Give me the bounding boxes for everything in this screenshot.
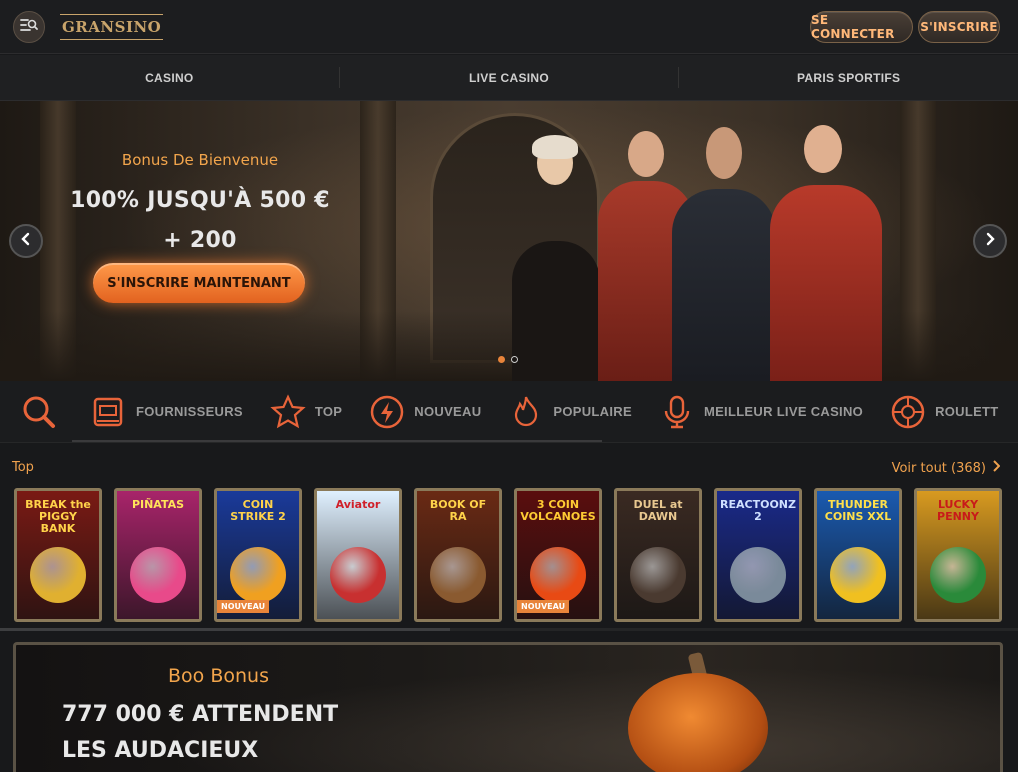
character-leather-jacket-head [804,125,842,173]
login-button[interactable]: SE CONNECTER [810,11,913,43]
games-scrollbar-thumb[interactable] [0,628,450,631]
view-all-link[interactable]: Voir tout (368) [891,460,1001,476]
game-tile[interactable]: LUCKY PENNY [914,488,1002,622]
signup-now-button[interactable]: S'INSCRIRE MAINTENANT [93,263,305,303]
game-artwork [630,547,686,603]
category-label-fournisseurs: FOURNISSEURS [136,404,243,419]
game-title: THUNDER COINS XXL [824,498,892,523]
category-label-nouveau: NOUVEAU [414,404,482,419]
category-search[interactable] [20,393,58,431]
category-label-top: TOP [314,404,343,419]
game-artwork [130,547,186,603]
category-populaire[interactable]: POPULAIRE [507,393,632,431]
nav-casino[interactable]: CASINO [0,67,340,88]
signup-button[interactable]: S'INSCRIRE [918,11,1000,43]
promo-banner[interactable]: Boo Bonus 777 000 € ATTENDENT LES AUDACI… [13,642,1003,772]
game-tile[interactable]: DUEL at DAWN [614,488,702,622]
game-tile[interactable]: Aviator [314,488,402,622]
promo-title: 777 000 € ATTENDENT LES AUDACIEUX [62,702,339,763]
prev-slide-button[interactable] [9,224,43,258]
category-meilleur-live-casino[interactable]: MEILLEUR LIVE CASINO [658,393,863,431]
nav-paris-sportifs[interactable]: PARIS SPORTIFS [679,67,1018,88]
slide-dot[interactable] [511,356,518,363]
star-icon [269,393,307,431]
view-all-label: Voir tout (368) [891,460,986,476]
game-artwork [830,547,886,603]
character-suit-head [706,127,742,179]
game-tile[interactable]: COIN STRIKE 2 NOUVEAU [214,488,302,622]
section-title-top: Top [12,460,34,475]
game-title: DUEL at DAWN [633,498,683,523]
slot-machine-icon [90,393,128,431]
game-title: Aviator [335,498,381,511]
hero-title-line1: 100% JUSQU'À 500 € + 200 [70,188,330,253]
category-roulette[interactable]: ROULETT [889,393,998,431]
category-label-populaire: POPULAIRE [553,404,632,419]
game-title: BREAK the PIGGY BANK [25,498,91,535]
game-artwork [930,547,986,603]
game-tile[interactable]: REACTOONZ 2 [714,488,802,622]
game-title: LUCKY PENNY [937,498,979,523]
top-bar: GRANSINO SE CONNECTER S'INSCRIRE [0,0,1018,54]
menu-search-icon [20,18,38,37]
game-tile[interactable]: PIÑATAS [114,488,202,622]
flame-icon [507,393,545,431]
game-tile[interactable]: THUNDER COINS XXL [814,488,902,622]
game-artwork [330,547,386,603]
category-nouveau[interactable]: NOUVEAU [368,393,481,431]
hero-subtitle: Bonus De Bienvenue [121,151,279,169]
menu-search-button[interactable] [13,11,45,43]
slide-indicator [498,356,518,363]
hero-banner: Bonus De Bienvenue 100% JUSQU'À 500 € + … [0,101,1018,381]
game-tile[interactable]: BOOK OF RA [414,488,502,622]
game-title: COIN STRIKE 2 [230,498,286,523]
chevron-right-icon [992,460,1001,476]
roulette-icon [889,393,927,431]
pumpkin-image [628,673,768,772]
logo-text: GRANSINO [60,14,164,40]
logo[interactable]: GRANSINO [60,12,164,42]
main-nav: CASINO LIVE CASINO PARIS SPORTIFS [0,55,1018,101]
lightning-icon [368,393,406,431]
character-suit [672,189,776,381]
new-badge: NOUVEAU [517,600,570,613]
category-bar: FOURNISSEURS TOP NOUVEAU POPULAIRE MEILL… [0,381,1018,443]
promo-subtitle: Boo Bonus [168,665,269,687]
game-title: REACTOONZ 2 [720,498,796,523]
nav-live-casino[interactable]: LIVE CASINO [340,67,680,88]
microphone-icon [658,393,696,431]
game-artwork [430,547,486,603]
category-top[interactable]: TOP [269,393,342,431]
games-row: BREAK the PIGGY BANK PIÑATAS COIN STRIKE 2… [14,488,1002,622]
chevron-right-icon [984,232,996,251]
game-title: 3 COIN VOLCANOES [520,498,596,523]
game-title: BOOK OF RA [429,498,487,523]
game-title: PIÑATAS [131,498,185,511]
character-red-coat-head [628,131,664,177]
game-tile[interactable]: 3 COIN VOLCANOES NOUVEAU [514,488,602,622]
game-artwork [530,547,586,603]
category-label-roulette: ROULETT [935,404,999,419]
game-artwork [730,547,786,603]
character-leather-jacket [770,185,882,381]
game-artwork [230,547,286,603]
slide-dot-active[interactable] [498,356,505,363]
game-tile[interactable]: BREAK the PIGGY BANK [14,488,102,622]
character-woman-hair [532,135,578,159]
category-underline [72,440,602,442]
game-artwork [30,547,86,603]
new-badge: NOUVEAU [217,600,270,613]
category-fournisseurs[interactable]: FOURNISSEURS [90,393,243,431]
search-icon [20,393,58,431]
category-label-live: MEILLEUR LIVE CASINO [703,404,864,419]
chevron-left-icon [20,232,32,251]
next-slide-button[interactable] [973,224,1007,258]
character-woman [512,241,600,381]
